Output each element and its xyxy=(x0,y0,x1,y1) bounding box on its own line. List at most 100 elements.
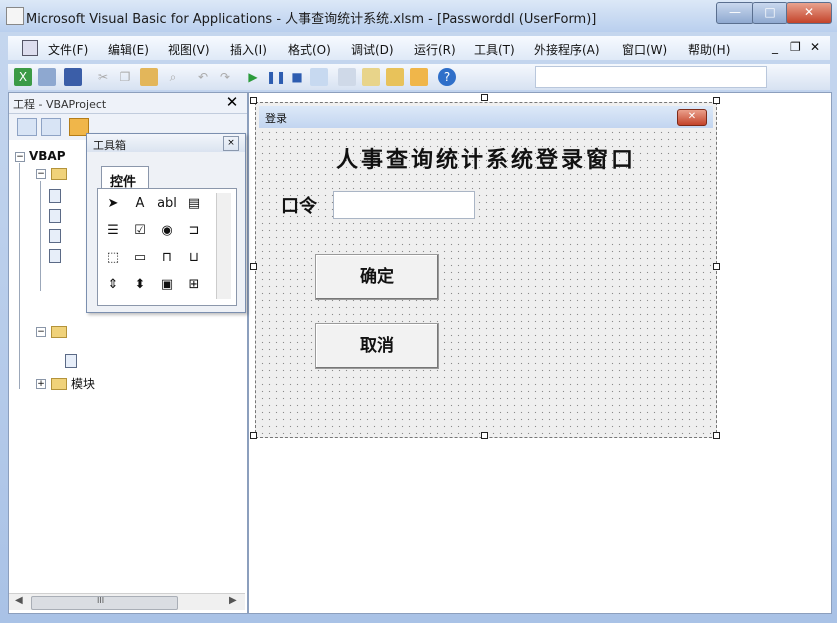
menu-run[interactable]: 运行(R) xyxy=(414,41,456,58)
menu-help[interactable]: 帮助(H) xyxy=(688,41,730,58)
togglebutton-tool-icon[interactable]: ⊐ xyxy=(183,220,205,242)
run-icon[interactable]: ▶ xyxy=(244,68,262,86)
scroll-left-icon[interactable]: ◀ xyxy=(15,595,23,606)
login-heading-label[interactable]: 人事查询统计系统登录窗口 xyxy=(259,142,713,174)
refedit-tool-icon[interactable]: ⊞ xyxy=(183,274,205,296)
reset-icon[interactable]: ■ xyxy=(288,68,306,86)
resize-handle[interactable] xyxy=(713,97,720,104)
tree-expander[interactable]: − xyxy=(15,152,25,162)
userform-close-button[interactable]: ✕ xyxy=(677,109,707,126)
insert-userform-icon[interactable] xyxy=(38,68,56,86)
view-code-icon[interactable] xyxy=(17,118,37,136)
save-icon[interactable] xyxy=(64,68,82,86)
resize-handle[interactable] xyxy=(250,97,257,104)
toolbox-controls-panel: ➤ Aabl ▤ ☰ ☑ ◉ ⊐ ⬚ ▭ ⊓ ⊔ ⇕ ⬍ ▣ ⊞ xyxy=(97,188,237,306)
combobox-tool-icon[interactable]: ▤ xyxy=(183,193,205,215)
close-button[interactable]: ✕ xyxy=(786,2,832,24)
title-bar: Microsoft Visual Basic for Applications … xyxy=(0,0,837,32)
cancel-button[interactable]: 取消 xyxy=(315,323,439,369)
break-icon[interactable]: ❚❚ xyxy=(266,68,286,86)
sheet-icon[interactable] xyxy=(49,189,61,203)
menu-view[interactable]: 视图(V) xyxy=(168,41,210,58)
spinbutton-tool-icon[interactable]: ⬍ xyxy=(129,274,151,296)
toolbox-tool-grid: ➤ Aabl ▤ ☰ ☑ ◉ ⊐ ⬚ ▭ ⊓ ⊔ ⇕ ⬍ ▣ ⊞ xyxy=(102,193,214,299)
menu-edit[interactable]: 编辑(E) xyxy=(108,41,149,58)
listbox-tool-icon[interactable]: ☰ xyxy=(102,220,124,242)
folder-icon[interactable] xyxy=(51,168,67,180)
project-horizontal-scrollbar[interactable]: ◀ III ▶ xyxy=(9,593,245,610)
image-tool-icon[interactable]: ▣ xyxy=(156,274,178,296)
project-close-button[interactable]: ✕ xyxy=(223,94,241,111)
tabstrip-tool-icon[interactable]: ⊓ xyxy=(156,247,178,269)
menu-tools[interactable]: 工具(T) xyxy=(474,41,515,58)
tree-modules-label[interactable]: 模块 xyxy=(71,375,95,392)
object-browser-icon[interactable] xyxy=(386,68,404,86)
excel-icon[interactable]: X xyxy=(14,68,32,86)
find-icon[interactable]: ⌕ xyxy=(164,68,182,86)
ok-button[interactable]: 确定 xyxy=(315,254,439,300)
tree-expander[interactable]: − xyxy=(36,327,46,337)
menu-window[interactable]: 窗口(W) xyxy=(622,41,667,58)
redo-icon[interactable]: ↷ xyxy=(216,68,234,86)
toolbox-close-button[interactable]: × xyxy=(223,136,239,151)
view-object-icon[interactable] xyxy=(41,118,61,136)
mdi-restore-button[interactable]: ❐ xyxy=(790,40,801,54)
copy-icon[interactable]: ❐ xyxy=(116,68,134,86)
maximize-button[interactable]: □ xyxy=(752,2,788,24)
resize-handle[interactable] xyxy=(481,94,488,101)
undo-icon[interactable]: ↶ xyxy=(194,68,212,86)
menu-debug[interactable]: 调试(D) xyxy=(351,41,394,58)
scrollbar-tool-icon[interactable]: ⇕ xyxy=(102,274,124,296)
minimize-button[interactable]: — xyxy=(716,2,754,24)
userform-designer[interactable]: 登录 ✕ 人事查询统计系统登录窗口 口令 确定 取消 xyxy=(255,102,717,438)
menu-format[interactable]: 格式(O) xyxy=(288,41,331,58)
frame-tool-icon[interactable]: ⬚ xyxy=(102,247,124,269)
resize-handle[interactable] xyxy=(481,432,488,439)
tree-root-label[interactable]: VBAP xyxy=(29,149,66,163)
password-label[interactable]: 口令 xyxy=(281,192,317,218)
pointer-tool-icon[interactable]: ➤ xyxy=(102,193,124,215)
menu-file[interactable]: 文件(F) xyxy=(48,41,88,58)
resize-handle[interactable] xyxy=(250,432,257,439)
multipage-tool-icon[interactable]: ⊔ xyxy=(183,247,205,269)
userform-icon[interactable] xyxy=(65,354,77,368)
toolbox-scrollbar[interactable] xyxy=(216,193,231,299)
properties-icon[interactable] xyxy=(362,68,380,86)
cut-icon[interactable]: ✂ xyxy=(94,68,112,86)
scrollbar-thumb[interactable] xyxy=(31,596,178,610)
userform-grid[interactable]: 人事查询统计系统登录窗口 口令 确定 取消 xyxy=(259,129,713,434)
tree-expander[interactable]: + xyxy=(36,379,46,389)
document-icon[interactable] xyxy=(22,40,38,56)
menu-addins[interactable]: 外接程序(A) xyxy=(534,41,600,58)
mdi-minimize-button[interactable]: _ xyxy=(772,40,778,54)
tab-controls[interactable]: 控件 xyxy=(101,166,149,190)
toolbox-icon[interactable] xyxy=(410,68,428,86)
textbox-tool-icon[interactable]: abl xyxy=(156,193,178,215)
design-mode-icon[interactable] xyxy=(310,68,328,86)
userform-caption: 登录 xyxy=(265,112,287,125)
optionbutton-tool-icon[interactable]: ◉ xyxy=(156,220,178,242)
scroll-right-icon[interactable]: ▶ xyxy=(229,595,237,606)
paste-icon[interactable] xyxy=(140,68,158,86)
sheet-icon[interactable] xyxy=(49,249,61,263)
sheet-icon[interactable] xyxy=(49,229,61,243)
toolbox-header[interactable]: 工具箱 × xyxy=(87,134,245,152)
mdi-close-button[interactable]: ✕ xyxy=(810,40,820,54)
modules-folder-icon[interactable] xyxy=(51,378,67,390)
commandbutton-tool-icon[interactable]: ▭ xyxy=(129,247,151,269)
tree-expander[interactable]: − xyxy=(36,169,46,179)
forms-folder-icon[interactable] xyxy=(51,326,67,338)
password-input[interactable] xyxy=(333,191,475,219)
resize-handle[interactable] xyxy=(713,432,720,439)
sheet-icon[interactable] xyxy=(49,209,61,223)
toolbar-location-field[interactable] xyxy=(535,66,767,88)
menu-insert[interactable]: 插入(I) xyxy=(230,41,267,58)
checkbox-tool-icon[interactable]: ☑ xyxy=(129,220,151,242)
resize-handle[interactable] xyxy=(250,263,257,270)
toolbox-window: 工具箱 × 控件 ➤ Aabl ▤ ☰ ☑ ◉ ⊐ ⬚ ▭ ⊓ ⊔ ⇕ ⬍ ▣ ⊞ xyxy=(86,133,246,313)
menu-bar: 文件(F) 编辑(E) 视图(V) 插入(I) 格式(O) 调试(D) 运行(R… xyxy=(8,36,830,60)
project-explorer-icon[interactable] xyxy=(338,68,356,86)
help-icon[interactable]: ? xyxy=(438,68,456,86)
resize-handle[interactable] xyxy=(713,263,720,270)
label-tool-icon[interactable]: A xyxy=(129,193,151,215)
